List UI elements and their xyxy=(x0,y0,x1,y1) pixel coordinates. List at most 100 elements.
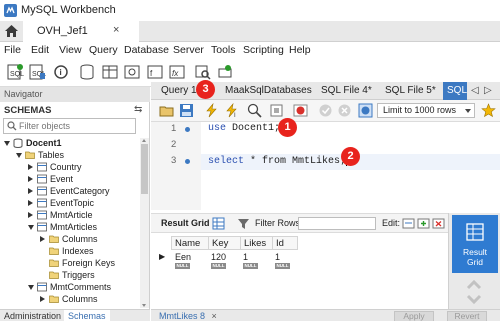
open-sql-script-icon[interactable]: SQL xyxy=(28,63,46,81)
tab-scroll-left-icon[interactable]: ◁ xyxy=(471,85,479,96)
tab-maaksqldatabases[interactable]: MaakSqlDatabases xyxy=(219,82,312,100)
create-function-icon[interactable]: fx xyxy=(168,63,186,81)
create-schema-icon[interactable] xyxy=(78,63,96,81)
search-table-data-icon[interactable] xyxy=(194,63,212,81)
column-header-likes[interactable]: Likes xyxy=(240,236,273,250)
null-badge[interactable]: NULL xyxy=(275,263,290,269)
scroll-up-icon[interactable] xyxy=(142,139,146,142)
cell-name[interactable]: Een xyxy=(175,252,191,262)
toggle-stop-on-error-icon[interactable] xyxy=(293,103,308,118)
inspector-icon[interactable]: i xyxy=(52,63,70,81)
execute-current-statement-icon[interactable]: I xyxy=(225,103,240,118)
column-header-name[interactable]: Name xyxy=(171,236,209,250)
tree-item-indexes[interactable]: Indexes xyxy=(0,246,140,257)
result-grid-label[interactable]: Result Grid xyxy=(161,218,210,228)
tree-item-docent1[interactable]: Docent1 xyxy=(0,138,140,149)
menu-view[interactable]: View xyxy=(59,44,82,56)
expand-arrow-right-icon[interactable] xyxy=(40,296,45,302)
save-icon[interactable] xyxy=(179,103,194,118)
create-table-icon[interactable] xyxy=(101,63,119,81)
cell-id[interactable]: 1 xyxy=(275,252,280,262)
close-icon[interactable]: × xyxy=(212,311,217,321)
menu-file[interactable]: File xyxy=(4,44,21,56)
tab-schemas[interactable]: Schemas xyxy=(64,310,110,321)
home-icon[interactable] xyxy=(0,21,23,41)
expand-arrow-right-icon[interactable] xyxy=(28,164,33,170)
scroll-down-icon[interactable] xyxy=(142,304,146,307)
tab-sql-file-4[interactable]: SQL File 4* xyxy=(315,82,377,100)
code-line-2[interactable]: 2 xyxy=(151,138,500,154)
tree-item-eventtopic[interactable]: EventTopic xyxy=(0,198,140,209)
filter-rows-input[interactable] xyxy=(298,217,376,230)
rollback-icon[interactable] xyxy=(337,103,352,118)
create-view-icon[interactable] xyxy=(123,63,141,81)
expand-arrow-right-icon[interactable] xyxy=(28,212,33,218)
tab-sql-active[interactable]: SQL xyxy=(443,82,467,100)
reconnect-icon[interactable] xyxy=(216,63,234,81)
favorite-star-icon[interactable] xyxy=(481,103,496,118)
explain-icon[interactable] xyxy=(247,103,262,118)
toggle-autocommit-icon[interactable] xyxy=(358,103,373,118)
scrollbar-thumb[interactable] xyxy=(141,144,148,194)
delete-row-icon[interactable] xyxy=(432,217,445,230)
tab-query-1[interactable]: Query 1 xyxy=(155,82,199,100)
expand-arrow-right-icon[interactable] xyxy=(28,200,33,206)
null-badge[interactable]: NULL xyxy=(175,263,190,269)
result-grid-view-button[interactable]: Result Grid xyxy=(452,215,498,273)
expand-arrow-right-icon[interactable] xyxy=(28,176,33,182)
filter-objects-input[interactable] xyxy=(19,120,134,132)
expand-arrow-right-icon[interactable] xyxy=(28,188,33,194)
code-line-3[interactable]: 3 select * from MmtLikes; xyxy=(151,154,500,170)
expand-arrow-down-icon[interactable] xyxy=(28,225,34,230)
tree-item-tables[interactable]: Tables xyxy=(0,150,140,161)
tree-item-columns[interactable]: Columns xyxy=(0,294,140,305)
expand-arrow-down-icon[interactable] xyxy=(16,153,22,158)
revert-button[interactable]: Revert xyxy=(447,311,487,321)
menu-edit[interactable]: Edit xyxy=(31,44,49,56)
expand-arrow-down-icon[interactable] xyxy=(4,141,10,146)
tree-item-columns[interactable]: Columns xyxy=(0,234,140,245)
tab-administration[interactable]: Administration xyxy=(0,310,65,321)
expand-arrow-down-icon[interactable] xyxy=(28,285,34,290)
column-header-key[interactable]: Key xyxy=(208,236,241,250)
filter-icon[interactable] xyxy=(237,217,250,230)
expand-arrow-right-icon[interactable] xyxy=(40,236,45,242)
menu-server[interactable]: Server xyxy=(173,44,204,56)
code-line-1[interactable]: 1 use Docent1; xyxy=(151,122,500,138)
tab-sql-file-5[interactable]: SQL File 5* xyxy=(379,82,441,100)
result-tab-mmtlikes[interactable]: MmtLikes 8 × xyxy=(159,310,217,321)
grid-icon[interactable] xyxy=(212,217,225,230)
tree-item-triggers[interactable]: Triggers xyxy=(0,270,140,281)
tree-item-mmtcomments[interactable]: MmtComments xyxy=(0,282,140,293)
menu-query[interactable]: Query xyxy=(89,44,118,56)
stop-icon[interactable] xyxy=(269,103,284,118)
tree-item-mmtarticle[interactable]: MmtArticle xyxy=(0,210,140,221)
tree-item-mmtarticles[interactable]: MmtArticles xyxy=(0,222,140,233)
tree-item-event[interactable]: Event xyxy=(0,174,140,185)
refresh-icon[interactable]: ⇆ xyxy=(134,104,142,115)
tree-item-country[interactable]: Country xyxy=(0,162,140,173)
insert-row-icon[interactable] xyxy=(417,217,430,230)
cell-key[interactable]: 120 xyxy=(211,252,226,262)
cell-likes[interactable]: 1 xyxy=(243,252,248,262)
apply-button[interactable]: Apply xyxy=(394,311,434,321)
filter-objects-field[interactable] xyxy=(3,118,136,134)
null-badge[interactable]: NULL xyxy=(243,263,258,269)
sql-editor[interactable]: 1 use Docent1; 2 3 select * from MmtLike… xyxy=(151,122,500,210)
connection-tab[interactable]: OVH_Jef1 × xyxy=(23,21,139,42)
menu-tools[interactable]: Tools xyxy=(211,44,236,56)
close-icon[interactable]: × xyxy=(113,24,119,36)
null-badge[interactable]: NULL xyxy=(211,263,226,269)
tab-scroll-right-icon[interactable]: ▷ xyxy=(484,85,492,96)
tree-item-eventcategory[interactable]: EventCategory xyxy=(0,186,140,197)
menu-database[interactable]: Database xyxy=(124,44,169,56)
column-header-id[interactable]: Id xyxy=(272,236,298,250)
menu-help[interactable]: Help xyxy=(289,44,311,56)
commit-icon[interactable] xyxy=(318,103,333,118)
chevron-down-icon[interactable] xyxy=(465,290,483,308)
edit-current-row-icon[interactable] xyxy=(402,217,415,230)
open-file-icon[interactable] xyxy=(159,103,174,118)
execute-icon[interactable] xyxy=(204,103,219,118)
menu-scripting[interactable]: Scripting xyxy=(243,44,284,56)
create-procedure-icon[interactable]: f xyxy=(146,63,164,81)
